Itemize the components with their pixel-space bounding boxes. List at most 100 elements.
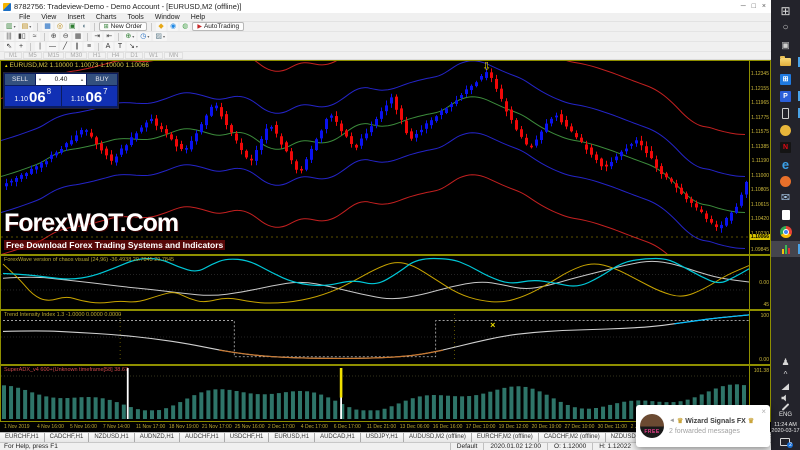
menu-help[interactable]: Help <box>186 14 210 21</box>
periods-icon[interactable]: ◷ ▾ <box>138 32 152 41</box>
word-doc-icon[interactable] <box>771 207 800 223</box>
bar-chart-icon[interactable]: ||| <box>4 32 14 41</box>
menu-tools[interactable]: Tools <box>122 14 148 21</box>
sell-button[interactable]: SELL <box>5 74 35 85</box>
fibonacci-icon[interactable]: ≡ <box>84 42 94 51</box>
edge-icon[interactable]: e <box>771 156 800 172</box>
menu-window[interactable]: Window <box>150 14 185 21</box>
indicators-icon[interactable]: ⊕ ▾ <box>123 32 137 41</box>
arrows-icon[interactable]: ↘ ▾ <box>127 42 140 51</box>
tile-windows-icon[interactable]: ▦ <box>72 32 84 41</box>
horizontal-line-icon[interactable]: ― <box>47 42 58 51</box>
new-order-button[interactable]: ⊞ New Order <box>98 22 148 31</box>
chart-tab[interactable]: USDCHF,H1 <box>224 433 270 442</box>
dropdown-caret-icon[interactable]: ▾ <box>163 32 165 41</box>
notification-popup[interactable]: FREE ◄ ♛ Wizard Signals FX ♛ 2 forwarded… <box>636 405 770 447</box>
chart-tab[interactable]: USDJPY,H1 <box>360 433 404 442</box>
timeframe-w1[interactable]: W1 <box>144 52 164 59</box>
strategy-tester-icon[interactable]: ◐ <box>79 22 90 31</box>
chart-tab[interactable]: CADCHF,H1 <box>44 433 90 442</box>
phone-app-icon[interactable] <box>771 105 800 121</box>
metatrader-icon[interactable] <box>771 241 800 257</box>
volume-increase-icon[interactable]: ▲ <box>80 77 84 82</box>
ask-price[interactable]: 1.10 06 7 <box>61 86 117 106</box>
close-button[interactable]: × <box>762 3 766 10</box>
chart-tab[interactable]: CADCHF,M2 (offline) <box>538 433 606 442</box>
notification-close-icon[interactable]: × <box>761 407 766 416</box>
volume-decrease-icon[interactable]: ▼ <box>38 77 42 82</box>
mail-icon[interactable]: ✉ <box>771 190 800 206</box>
network-icon[interactable] <box>781 383 790 390</box>
vertical-line-icon[interactable]: | <box>35 42 45 51</box>
chart-tab[interactable]: NZDUSD,H1 <box>89 433 135 442</box>
volume-value[interactable]: 0.40 <box>55 76 68 83</box>
timeframe-m15[interactable]: M15 <box>42 52 65 59</box>
timeframe-h4[interactable]: H4 <box>106 52 125 59</box>
start-button[interactable]: ⊞ <box>771 3 800 19</box>
taskbar-clock[interactable]: 11:24 AM 2020-03-17 <box>771 422 799 434</box>
terminal-icon[interactable]: ▣ <box>67 22 78 31</box>
crosshair-icon[interactable]: + <box>16 42 26 51</box>
timeframe-d1[interactable]: D1 <box>125 52 144 59</box>
templates-icon[interactable]: ▨ ▾ <box>153 32 167 41</box>
cursor-icon[interactable]: ⇖ <box>4 42 14 51</box>
bid-price[interactable]: 1.10 06 8 <box>5 86 61 106</box>
dropdown-caret-icon[interactable]: ▾ <box>132 32 134 41</box>
dropdown-caret-icon[interactable]: ▾ <box>29 22 31 31</box>
menu-view[interactable]: View <box>36 14 61 21</box>
buy-button[interactable]: BUY <box>87 74 117 85</box>
chart-tab[interactable]: AUDNZD,H1 <box>134 433 181 442</box>
line-chart-icon[interactable]: ≈ <box>29 32 40 41</box>
people-icon[interactable]: ♟ <box>781 358 789 367</box>
label-icon[interactable]: T <box>115 42 125 51</box>
chart-tab[interactable]: EURCHF,H1 <box>0 433 45 442</box>
timeframe-mn[interactable]: MN <box>164 52 184 59</box>
collapse-panel-icon[interactable]: ▴ <box>5 63 8 69</box>
timeframe-h1[interactable]: H1 <box>88 52 106 59</box>
indicator-window-chaos[interactable]: ForexWave version of chaos visual (24,96… <box>0 255 771 310</box>
action-center-icon[interactable]: 2 <box>780 438 794 448</box>
maximize-button[interactable]: □ <box>752 3 756 10</box>
p-app-icon[interactable]: P <box>771 88 800 104</box>
indicator-window-tii[interactable]: × Trend Intensity Index 1.3 -1.0000 0.00… <box>0 310 771 365</box>
menu-insert[interactable]: Insert <box>62 14 90 21</box>
menu-file[interactable]: File <box>14 14 35 21</box>
chart-tab[interactable]: EURUSD,H1 <box>269 433 316 442</box>
chart-tab[interactable]: AUDCHF,H1 <box>180 433 225 442</box>
menu-charts[interactable]: Charts <box>91 14 122 21</box>
chart-shift-icon[interactable]: ⇤ <box>104 32 115 41</box>
navigator-icon[interactable]: ◎ <box>54 22 66 31</box>
zoom-in-icon[interactable]: ⊕ <box>48 32 59 41</box>
market-watch-icon[interactable]: ▦ <box>42 22 53 31</box>
auto-scroll-icon[interactable]: ⇥ <box>92 32 103 41</box>
pen-icon[interactable] <box>781 403 790 411</box>
chart-tab[interactable]: AUDCAD,H1 <box>315 433 361 442</box>
dropdown-caret-icon[interactable]: ▾ <box>147 32 149 41</box>
channel-icon[interactable]: ∥ <box>72 42 82 51</box>
search-icon[interactable]: ○ <box>771 20 800 36</box>
zoom-out-icon[interactable]: ⊖ <box>60 32 71 41</box>
text-icon[interactable]: A <box>103 42 113 51</box>
candlestick-icon[interactable]: ▮▯ <box>16 32 28 41</box>
timeframe-m30[interactable]: M30 <box>65 52 88 59</box>
metaeditor-icon[interactable]: ◆ <box>156 22 167 31</box>
hidden-icons-chevron[interactable]: ^ <box>784 371 788 379</box>
community-icon[interactable]: ◉ <box>168 22 179 31</box>
chrome-icon[interactable] <box>771 224 800 240</box>
store-icon[interactable]: ⊞ <box>771 71 800 87</box>
file-explorer-icon[interactable] <box>771 54 800 70</box>
timeframe-m5[interactable]: M5 <box>23 52 42 59</box>
timeframe-m1[interactable]: M1 <box>4 52 23 59</box>
autotrading-button[interactable]: ▶ AutoTrading <box>192 22 245 31</box>
title-bar[interactable]: 8782756: Tradeview-Demo - Demo Account -… <box>0 0 771 13</box>
chart-tab[interactable]: AUDUSD,M2 (offline) <box>404 433 472 442</box>
new-chart-icon[interactable]: ▥ ▾ <box>4 22 18 31</box>
trendline-icon[interactable]: ╱ <box>60 42 70 51</box>
status-profile[interactable]: Default <box>449 443 484 450</box>
volume-stepper[interactable]: ▼ 0.40 ▲ <box>36 74 86 85</box>
main-chart-window[interactable]: ⇩ ▴ EURUSD,M2 1.10000 1.10073 1.10000 1.1… <box>0 60 771 255</box>
task-view-icon[interactable]: ▣ <box>771 37 800 53</box>
dropdown-caret-icon[interactable]: ▾ <box>14 22 16 31</box>
firefox-icon[interactable] <box>771 173 800 189</box>
dropdown-caret-icon[interactable]: ▾ <box>136 42 138 51</box>
